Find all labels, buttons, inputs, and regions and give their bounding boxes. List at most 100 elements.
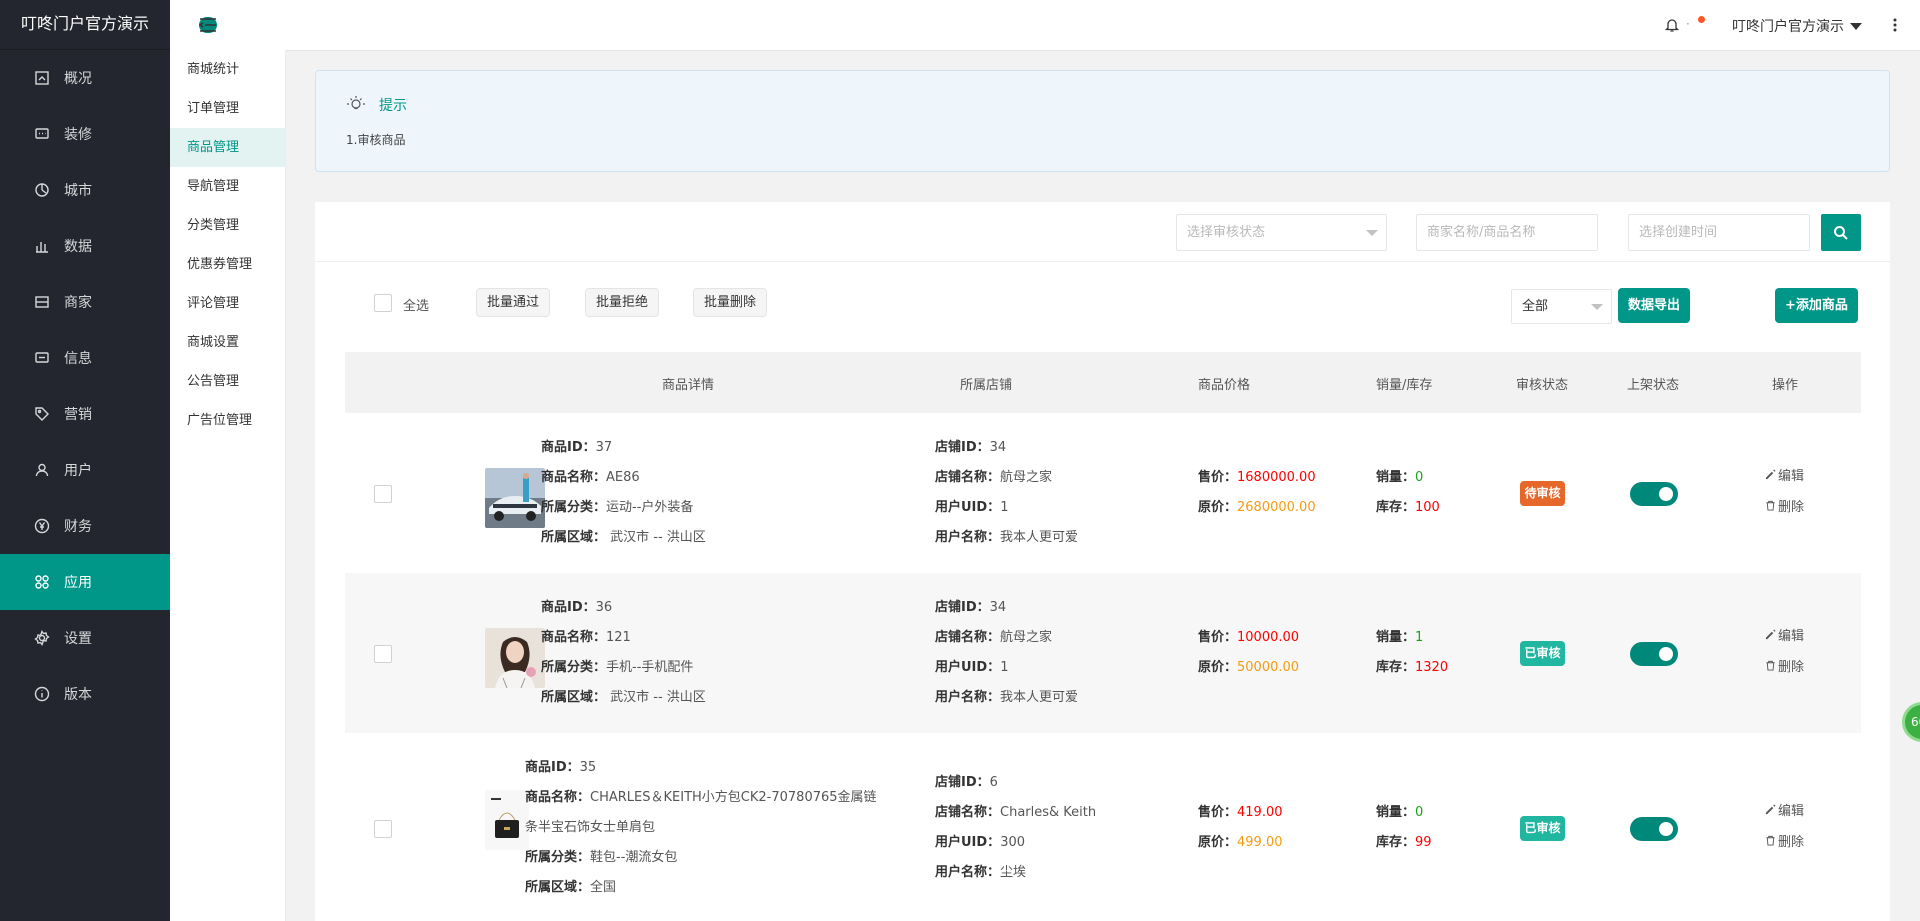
batch-reject-button[interactable]: 批量拒绝 (585, 288, 660, 317)
sidebar-item-version[interactable]: 版本 (0, 666, 170, 722)
action-bar: 全选 批量通过 批量拒绝 批量删除 全部 数据导出 +添加商品 (315, 262, 1890, 342)
edit-button[interactable]: 编辑 (1765, 625, 1804, 644)
user-name: 尘埃 (1000, 865, 1027, 880)
date-input[interactable]: 选择创建时间 (1628, 214, 1810, 251)
goods-thumbnail (485, 790, 529, 850)
edit-button[interactable]: 编辑 (1765, 800, 1804, 819)
submenu-item-orders[interactable]: 订单管理 (170, 89, 285, 128)
chart-icon (34, 238, 50, 254)
sidebar-item-merchant[interactable]: 商家 (0, 274, 170, 330)
main-sidebar: 叮咚门户官方演示 概况 装修 城市 数据 商家 信息 营销 用户 财务 应用 设… (0, 0, 170, 921)
label-shop-name: 店铺名称： (935, 470, 1001, 485)
submenu-item-navigation[interactable]: 导航管理 (170, 167, 285, 206)
sidebar-item-user[interactable]: 用户 (0, 442, 170, 498)
toggle-knob (1659, 822, 1673, 836)
sidebar-item-apps[interactable]: 应用 (0, 554, 170, 610)
more-vertical-icon[interactable] (1892, 17, 1898, 33)
delete-button[interactable]: 删除 (1765, 656, 1804, 675)
bell-icon[interactable] (1664, 17, 1680, 33)
caret-down-icon (1850, 22, 1862, 30)
search-button[interactable] (1821, 214, 1861, 251)
delete-label: 删除 (1778, 500, 1805, 515)
label-category: 所属分类： (525, 850, 591, 865)
sidebar-item-decorate[interactable]: 装修 (0, 106, 170, 162)
yen-icon (34, 518, 50, 534)
apps-icon (34, 574, 50, 590)
price-info: 售价：419.00 原价：499.00 (1198, 798, 1283, 858)
info-icon (34, 686, 50, 702)
edit-label: 编辑 (1778, 804, 1805, 819)
sidebar-item-label: 概况 (64, 71, 92, 87)
shop-id: 34 (989, 600, 1007, 615)
label-orig-price: 原价： (1198, 835, 1238, 850)
user-menu[interactable]: 叮咚门户官方演示 (1732, 16, 1862, 36)
label-user-uid: 用户UID： (935, 500, 1001, 515)
tip-box: 提示 1.审核商品 (315, 70, 1890, 172)
batch-delete-button[interactable]: 批量删除 (693, 288, 768, 317)
on-shelf-toggle[interactable] (1630, 482, 1678, 506)
column-header: 商品详情 (661, 378, 715, 393)
stock-count: 1320 (1415, 660, 1449, 675)
label-goods-name: 商品名称： (541, 630, 607, 645)
submenu-item-mall-settings[interactable]: 商城设置 (170, 323, 285, 362)
batch-pass-button[interactable]: 批量通过 (476, 288, 551, 317)
label-shop-name: 店铺名称： (935, 630, 1001, 645)
shop-id: 34 (989, 440, 1007, 455)
shop-info: 店铺ID：6 店铺名称：Charles& Keith 用户UID：300 用户名… (935, 768, 1096, 888)
delete-button[interactable]: 删除 (1765, 831, 1804, 850)
row-checkbox[interactable] (374, 485, 392, 503)
sidebar-item-data[interactable]: 数据 (0, 218, 170, 274)
export-button[interactable]: 数据导出 (1618, 288, 1691, 323)
sidebar-item-message[interactable]: 信息 (0, 330, 170, 386)
submenu-item-notice[interactable]: 公告管理 (170, 362, 285, 401)
sidebar-item-label: 版本 (64, 687, 92, 703)
bell-separator: · (1686, 17, 1690, 31)
table-row: 商品ID：35 商品名称：CHARLES＆KEITH小方包CK2-7078076… (345, 733, 1861, 921)
sidebar-item-label: 设置 (64, 631, 92, 647)
sidebar-item-settings[interactable]: 设置 (0, 610, 170, 666)
submenu-item-coupon[interactable]: 优惠券管理 (170, 245, 285, 284)
label-sales: 销量： (1376, 470, 1416, 485)
label-goods-id: 商品ID： (525, 760, 580, 775)
menu-toggle-icon[interactable] (198, 17, 217, 33)
audit-status-select[interactable]: 选择审核状态 (1176, 214, 1387, 251)
goods-id: 36 (595, 600, 613, 615)
submenu-item-comments[interactable]: 评论管理 (170, 284, 285, 323)
goods-info: 商品ID：35 商品名称：CHARLES＆KEITH小方包CK2-7078076… (525, 753, 877, 903)
sidebar-item-marketing[interactable]: 营销 (0, 386, 170, 442)
submenu-item-ads[interactable]: 广告位管理 (170, 401, 285, 440)
delete-button[interactable]: 删除 (1765, 496, 1804, 515)
submenu-item-category[interactable]: 分类管理 (170, 206, 285, 245)
submenu-item-stats[interactable]: 商城统计 (170, 50, 285, 89)
sidebar-item-city[interactable]: 城市 (0, 162, 170, 218)
on-shelf-toggle[interactable] (1630, 817, 1678, 841)
lightbulb-icon (346, 94, 366, 114)
row-checkbox[interactable] (374, 645, 392, 663)
goods-panel: 选择审核状态 商家名称/商品名称 选择创建时间 全选 批量通过 批量拒绝 批量删… (315, 202, 1890, 921)
city-icon (34, 182, 50, 198)
select-all-checkbox[interactable] (374, 294, 392, 312)
row-checkbox[interactable] (374, 820, 392, 838)
goods-category: 鞋包--潮流女包 (590, 850, 678, 865)
add-goods-button[interactable]: +添加商品 (1775, 288, 1858, 323)
sidebar-item-overview[interactable]: 概况 (0, 50, 170, 106)
column-header: 上架状态 (1626, 378, 1680, 393)
submenu-item-goods[interactable]: 商品管理 (170, 128, 285, 167)
goods-name: 121 (606, 630, 631, 645)
keyword-input[interactable]: 商家名称/商品名称 (1416, 214, 1598, 251)
stock-count: 99 (1415, 835, 1432, 850)
sidebar-item-finance[interactable]: 财务 (0, 498, 170, 554)
on-shelf-toggle[interactable] (1630, 642, 1678, 666)
overview-icon (34, 70, 50, 86)
user-name: 叮咚门户官方演示 (1732, 19, 1844, 35)
edit-button[interactable]: 编辑 (1765, 465, 1804, 484)
audit-status-badge: 已审核 (1520, 641, 1565, 666)
floating-progress-ball[interactable]: 60 (1902, 702, 1920, 742)
message-icon (34, 350, 50, 366)
label-shop-id: 店铺ID： (935, 440, 990, 455)
goods-category: 运动--户外装备 (606, 500, 694, 515)
scope-select[interactable]: 全部 (1511, 289, 1612, 324)
audit-status-placeholder: 选择审核状态 (1187, 225, 1266, 240)
search-icon (1834, 225, 1848, 240)
user-uid: 300 (1000, 835, 1026, 850)
